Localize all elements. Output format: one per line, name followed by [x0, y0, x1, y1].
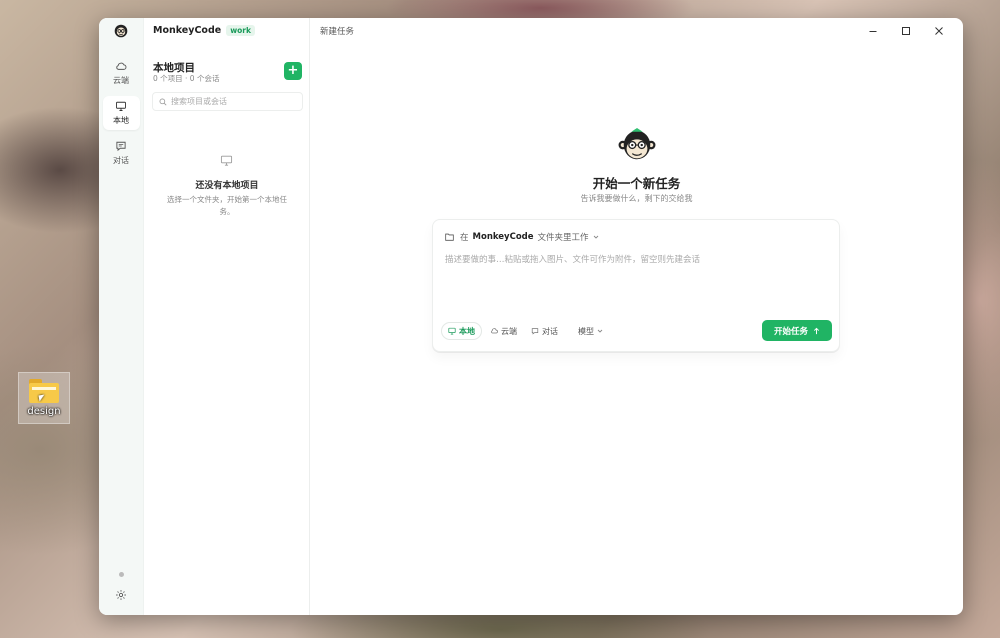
minimize-button[interactable] [856, 22, 889, 40]
rail-item-label: 对话 [113, 156, 129, 165]
maximize-button[interactable] [889, 22, 922, 40]
app-window: 云端 本地 对话 MonkeyCode work 本地项目 0 个项目 · 0 … [99, 18, 963, 615]
folder-icon [445, 233, 454, 241]
workspace-badge: work [226, 25, 255, 36]
folder-prefix: 在 [460, 233, 469, 243]
page-title: 新建任务 [320, 27, 355, 37]
start-task-button[interactable]: 开始任务 [762, 320, 832, 341]
close-icon [934, 27, 943, 35]
monitor-icon [448, 327, 456, 335]
rail-item-label: 本地 [113, 116, 129, 125]
mode-cloud-button[interactable]: 云端 [484, 322, 523, 340]
mode-label: 对话 [542, 326, 558, 336]
cloud-icon [116, 62, 127, 70]
chat-icon [531, 328, 539, 335]
task-input[interactable] [445, 253, 829, 308]
add-project-button[interactable]: + [284, 62, 302, 80]
desktop-folder-label: design [27, 406, 61, 417]
search-icon [159, 98, 167, 105]
panel-summary: 0 个项目 · 0 个会话 [153, 74, 220, 83]
monitor-icon [220, 155, 233, 166]
rail-item-chat[interactable]: 对话 [103, 136, 140, 170]
rail-item-local[interactable]: 本地 [102, 96, 140, 130]
start-task-label: 开始任务 [773, 326, 808, 337]
app-name: MonkeyCode [153, 25, 222, 36]
working-folder-selector[interactable]: 在 MonkeyCode 文件夹里工作 [445, 231, 599, 243]
mode-chat-button[interactable]: 对话 [525, 322, 564, 340]
search-input[interactable] [171, 97, 291, 106]
arrow-up-icon [813, 327, 820, 334]
hero-title: 开始一个新任务 [592, 176, 681, 191]
mode-selector: 本地 云端 对话 模型 [441, 322, 609, 340]
task-composer: 在 MonkeyCode 文件夹里工作 本地 云端 对话 [432, 219, 840, 352]
mode-label: 云端 [501, 326, 517, 336]
gear-icon[interactable] [115, 589, 127, 601]
close-button[interactable] [922, 22, 955, 40]
chevron-down-icon [593, 235, 598, 239]
project-panel: MonkeyCode work 本地项目 0 个项目 · 0 个会话 + 还没有… [144, 18, 310, 615]
nav-rail: 云端 本地 对话 [99, 18, 144, 615]
mouse-cursor-icon [38, 394, 46, 402]
search-box [152, 92, 303, 111]
monkey-logo-icon [114, 24, 128, 38]
brand-row: MonkeyCode work [153, 25, 255, 36]
rail-item-cloud[interactable]: 云端 [103, 56, 140, 90]
empty-state-description: 选择一个文件夹，开始第一个本地任务。 [167, 195, 287, 216]
window-controls [856, 22, 955, 40]
model-label: 模型 [578, 326, 594, 336]
empty-state-title: 还没有本地项目 [195, 181, 259, 191]
desktop-folder-design[interactable]: design [18, 372, 70, 424]
chevron-down-icon [597, 329, 603, 333]
minimize-icon [869, 31, 876, 32]
hero-subtitle: 告诉我要做什么，剩下的交给我 [580, 194, 693, 203]
mode-label: 本地 [459, 326, 475, 336]
mode-local-button[interactable]: 本地 [441, 322, 482, 340]
monkey-logo-icon [618, 128, 656, 160]
folder-project-name: MonkeyCode [472, 232, 534, 242]
rail-item-label: 云端 [113, 76, 129, 85]
maximize-icon [901, 27, 910, 35]
chat-icon [116, 141, 126, 152]
monitor-icon [116, 101, 126, 111]
cloud-icon [491, 328, 498, 334]
status-dot [118, 572, 124, 577]
main-area: 新建任务 开始一个新任务 告诉我要做什么，剩下的交给我 在 MonkeyCode… [310, 18, 963, 615]
folder-suffix: 文件夹里工作 [537, 233, 589, 243]
model-selector[interactable]: 模型 [572, 322, 609, 340]
